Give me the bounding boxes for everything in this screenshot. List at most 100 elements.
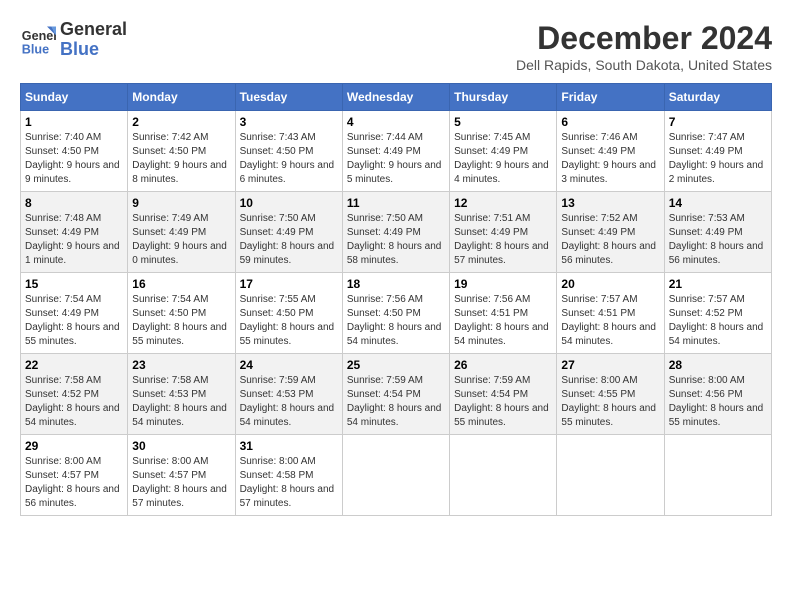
day-info: Sunrise: 8:00 AMSunset: 4:57 PMDaylight:…	[132, 456, 227, 509]
day-number: 5	[454, 115, 552, 129]
calendar-cell: 25 Sunrise: 7:59 AMSunset: 4:54 PMDaylig…	[342, 354, 449, 435]
day-number: 27	[561, 358, 659, 372]
day-number: 7	[669, 115, 767, 129]
day-info: Sunrise: 7:50 AMSunset: 4:49 PMDaylight:…	[240, 213, 335, 266]
day-info: Sunrise: 7:43 AMSunset: 4:50 PMDaylight:…	[240, 132, 335, 185]
day-info: Sunrise: 7:59 AMSunset: 4:54 PMDaylight:…	[347, 375, 442, 428]
day-info: Sunrise: 7:51 AMSunset: 4:49 PMDaylight:…	[454, 213, 549, 266]
day-info: Sunrise: 7:55 AMSunset: 4:50 PMDaylight:…	[240, 294, 335, 347]
day-number: 22	[25, 358, 123, 372]
calendar-cell: 2 Sunrise: 7:42 AMSunset: 4:50 PMDayligh…	[128, 111, 235, 192]
calendar-cell: 7 Sunrise: 7:47 AMSunset: 4:49 PMDayligh…	[664, 111, 771, 192]
calendar-cell: 29 Sunrise: 8:00 AMSunset: 4:57 PMDaylig…	[21, 435, 128, 516]
day-info: Sunrise: 7:47 AMSunset: 4:49 PMDaylight:…	[669, 132, 764, 185]
column-header-monday: Monday	[128, 84, 235, 111]
day-number: 8	[25, 196, 123, 210]
calendar-body: 1 Sunrise: 7:40 AMSunset: 4:50 PMDayligh…	[21, 111, 772, 516]
column-header-wednesday: Wednesday	[342, 84, 449, 111]
header-row: SundayMondayTuesdayWednesdayThursdayFrid…	[21, 84, 772, 111]
day-number: 11	[347, 196, 445, 210]
day-number: 26	[454, 358, 552, 372]
calendar-cell	[342, 435, 449, 516]
day-number: 20	[561, 277, 659, 291]
logo-text: General Blue	[60, 20, 127, 60]
day-info: Sunrise: 8:00 AMSunset: 4:57 PMDaylight:…	[25, 456, 120, 509]
day-info: Sunrise: 7:57 AMSunset: 4:52 PMDaylight:…	[669, 294, 764, 347]
day-number: 23	[132, 358, 230, 372]
day-number: 6	[561, 115, 659, 129]
day-number: 18	[347, 277, 445, 291]
day-number: 2	[132, 115, 230, 129]
calendar-cell: 22 Sunrise: 7:58 AMSunset: 4:52 PMDaylig…	[21, 354, 128, 435]
day-info: Sunrise: 7:54 AMSunset: 4:49 PMDaylight:…	[25, 294, 120, 347]
calendar-cell: 28 Sunrise: 8:00 AMSunset: 4:56 PMDaylig…	[664, 354, 771, 435]
day-number: 15	[25, 277, 123, 291]
column-header-tuesday: Tuesday	[235, 84, 342, 111]
column-header-thursday: Thursday	[450, 84, 557, 111]
day-info: Sunrise: 7:57 AMSunset: 4:51 PMDaylight:…	[561, 294, 656, 347]
calendar-cell: 19 Sunrise: 7:56 AMSunset: 4:51 PMDaylig…	[450, 273, 557, 354]
day-number: 17	[240, 277, 338, 291]
title-area: December 2024 Dell Rapids, South Dakota,…	[516, 20, 772, 73]
day-number: 16	[132, 277, 230, 291]
calendar-cell: 31 Sunrise: 8:00 AMSunset: 4:58 PMDaylig…	[235, 435, 342, 516]
day-info: Sunrise: 7:53 AMSunset: 4:49 PMDaylight:…	[669, 213, 764, 266]
calendar-cell	[664, 435, 771, 516]
day-info: Sunrise: 7:58 AMSunset: 4:53 PMDaylight:…	[132, 375, 227, 428]
day-info: Sunrise: 7:56 AMSunset: 4:50 PMDaylight:…	[347, 294, 442, 347]
day-info: Sunrise: 7:40 AMSunset: 4:50 PMDaylight:…	[25, 132, 120, 185]
calendar-cell: 18 Sunrise: 7:56 AMSunset: 4:50 PMDaylig…	[342, 273, 449, 354]
day-info: Sunrise: 7:59 AMSunset: 4:54 PMDaylight:…	[454, 375, 549, 428]
calendar-cell: 1 Sunrise: 7:40 AMSunset: 4:50 PMDayligh…	[21, 111, 128, 192]
day-number: 10	[240, 196, 338, 210]
day-info: Sunrise: 7:42 AMSunset: 4:50 PMDaylight:…	[132, 132, 227, 185]
calendar-cell	[557, 435, 664, 516]
calendar-cell: 14 Sunrise: 7:53 AMSunset: 4:49 PMDaylig…	[664, 192, 771, 273]
day-number: 14	[669, 196, 767, 210]
day-number: 12	[454, 196, 552, 210]
day-info: Sunrise: 7:49 AMSunset: 4:49 PMDaylight:…	[132, 213, 227, 266]
calendar-cell: 23 Sunrise: 7:58 AMSunset: 4:53 PMDaylig…	[128, 354, 235, 435]
day-info: Sunrise: 7:44 AMSunset: 4:49 PMDaylight:…	[347, 132, 442, 185]
calendar-cell: 20 Sunrise: 7:57 AMSunset: 4:51 PMDaylig…	[557, 273, 664, 354]
day-info: Sunrise: 7:56 AMSunset: 4:51 PMDaylight:…	[454, 294, 549, 347]
day-info: Sunrise: 7:52 AMSunset: 4:49 PMDaylight:…	[561, 213, 656, 266]
calendar-cell: 30 Sunrise: 8:00 AMSunset: 4:57 PMDaylig…	[128, 435, 235, 516]
page-subtitle: Dell Rapids, South Dakota, United States	[516, 57, 772, 73]
calendar-cell: 5 Sunrise: 7:45 AMSunset: 4:49 PMDayligh…	[450, 111, 557, 192]
calendar-cell: 9 Sunrise: 7:49 AMSunset: 4:49 PMDayligh…	[128, 192, 235, 273]
calendar-cell: 4 Sunrise: 7:44 AMSunset: 4:49 PMDayligh…	[342, 111, 449, 192]
day-info: Sunrise: 7:48 AMSunset: 4:49 PMDaylight:…	[25, 213, 120, 266]
calendar-cell: 26 Sunrise: 7:59 AMSunset: 4:54 PMDaylig…	[450, 354, 557, 435]
week-row-3: 15 Sunrise: 7:54 AMSunset: 4:49 PMDaylig…	[21, 273, 772, 354]
calendar-cell	[450, 435, 557, 516]
column-header-saturday: Saturday	[664, 84, 771, 111]
day-number: 28	[669, 358, 767, 372]
day-info: Sunrise: 7:50 AMSunset: 4:49 PMDaylight:…	[347, 213, 442, 266]
calendar-cell: 16 Sunrise: 7:54 AMSunset: 4:50 PMDaylig…	[128, 273, 235, 354]
day-number: 29	[25, 439, 123, 453]
day-info: Sunrise: 7:54 AMSunset: 4:50 PMDaylight:…	[132, 294, 227, 347]
day-info: Sunrise: 7:45 AMSunset: 4:49 PMDaylight:…	[454, 132, 549, 185]
calendar-cell: 15 Sunrise: 7:54 AMSunset: 4:49 PMDaylig…	[21, 273, 128, 354]
day-number: 24	[240, 358, 338, 372]
day-info: Sunrise: 8:00 AMSunset: 4:58 PMDaylight:…	[240, 456, 335, 509]
calendar-cell: 3 Sunrise: 7:43 AMSunset: 4:50 PMDayligh…	[235, 111, 342, 192]
calendar-cell: 12 Sunrise: 7:51 AMSunset: 4:49 PMDaylig…	[450, 192, 557, 273]
calendar-header: SundayMondayTuesdayWednesdayThursdayFrid…	[21, 84, 772, 111]
calendar-table: SundayMondayTuesdayWednesdayThursdayFrid…	[20, 83, 772, 516]
calendar-cell: 10 Sunrise: 7:50 AMSunset: 4:49 PMDaylig…	[235, 192, 342, 273]
calendar-cell: 21 Sunrise: 7:57 AMSunset: 4:52 PMDaylig…	[664, 273, 771, 354]
svg-text:Blue: Blue	[22, 42, 49, 56]
logo-icon: General Blue	[20, 22, 56, 58]
calendar-cell: 8 Sunrise: 7:48 AMSunset: 4:49 PMDayligh…	[21, 192, 128, 273]
day-info: Sunrise: 8:00 AMSunset: 4:55 PMDaylight:…	[561, 375, 656, 428]
calendar-cell: 6 Sunrise: 7:46 AMSunset: 4:49 PMDayligh…	[557, 111, 664, 192]
calendar-cell: 24 Sunrise: 7:59 AMSunset: 4:53 PMDaylig…	[235, 354, 342, 435]
calendar-cell: 11 Sunrise: 7:50 AMSunset: 4:49 PMDaylig…	[342, 192, 449, 273]
day-info: Sunrise: 7:46 AMSunset: 4:49 PMDaylight:…	[561, 132, 656, 185]
day-info: Sunrise: 7:59 AMSunset: 4:53 PMDaylight:…	[240, 375, 335, 428]
page-title: December 2024	[516, 20, 772, 57]
day-info: Sunrise: 8:00 AMSunset: 4:56 PMDaylight:…	[669, 375, 764, 428]
week-row-2: 8 Sunrise: 7:48 AMSunset: 4:49 PMDayligh…	[21, 192, 772, 273]
